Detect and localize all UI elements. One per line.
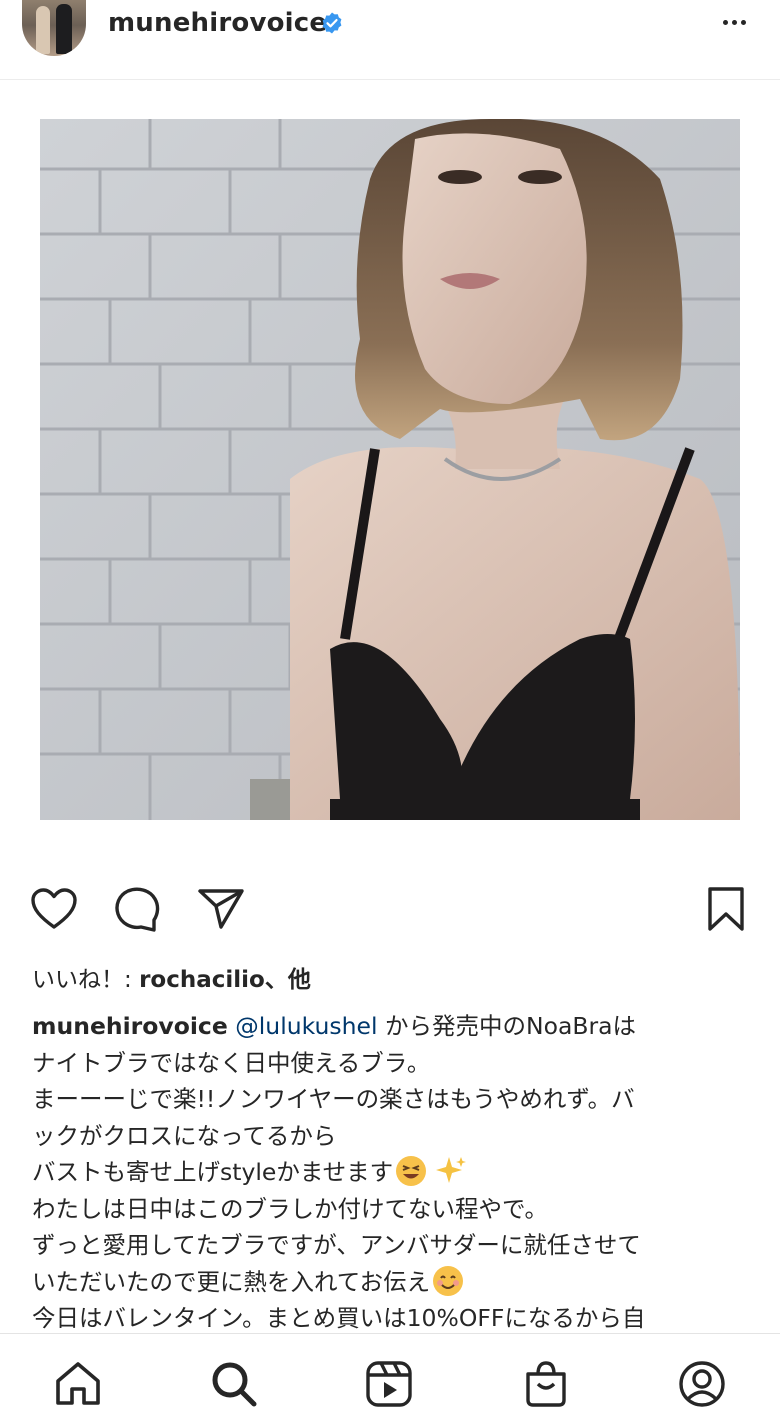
- likes-user[interactable]: rochacilio: [139, 967, 265, 993]
- caption-text: バストも寄せ上げstyleかませます: [32, 1158, 394, 1186]
- caption-line: まーーーじで楽!!ノンワイヤーの楽さはもうやめれず。バ: [32, 1085, 635, 1113]
- avatar[interactable]: [22, 0, 86, 56]
- post-photo-illustration: [40, 119, 740, 820]
- post-caption: munehirovoice @lulukushel から発売中のNoaBraは …: [32, 1008, 748, 1337]
- reels-icon: [366, 1361, 412, 1407]
- caption-line: ずっと愛用してたブラですが、アンバサダーに就任させて: [32, 1231, 641, 1259]
- avatar-figure: [36, 6, 50, 54]
- smiling-emoji-icon: [433, 1265, 464, 1296]
- caption-line: バストも寄せ上げstyleかませます: [32, 1154, 748, 1191]
- caption-mention[interactable]: @lulukushel: [235, 1012, 377, 1040]
- nav-profile[interactable]: [674, 1356, 730, 1412]
- caption-line: いただいたので更に熱を入れてお伝え: [32, 1264, 748, 1301]
- bottom-navigation: [0, 1333, 780, 1418]
- post-image[interactable]: [40, 119, 740, 820]
- caption-text: いただいたので更に熱を入れてお伝え: [32, 1267, 431, 1296]
- avatar-figure: [56, 4, 72, 54]
- shop-icon: [526, 1361, 566, 1407]
- save-button[interactable]: [701, 884, 751, 934]
- share-button[interactable]: [196, 884, 246, 934]
- comment-icon: [115, 887, 160, 932]
- home-icon: [56, 1362, 100, 1405]
- paper-plane-icon: [198, 889, 244, 929]
- nav-home[interactable]: [50, 1356, 106, 1412]
- profile-icon: [679, 1361, 725, 1407]
- nav-shop[interactable]: [518, 1356, 574, 1412]
- caption-text: から発売中のNoaBraは: [377, 1012, 637, 1040]
- more-options-icon[interactable]: [714, 4, 754, 40]
- caption-line: 今日はバレンタイン。まとめ買いは10%OFFになるから自: [32, 1304, 646, 1332]
- sparkles-emoji-icon: [436, 1157, 467, 1183]
- caption-line: ックがクロスになってるから: [32, 1121, 337, 1150]
- caption-line: わたしは日中はこのブラしか付けてない程やで。: [32, 1194, 549, 1223]
- verified-badge-icon: [322, 12, 342, 34]
- post-header: munehirovoice: [0, 0, 780, 80]
- nav-reels[interactable]: [361, 1356, 417, 1412]
- like-button[interactable]: [29, 884, 79, 934]
- caption-username[interactable]: munehirovoice: [32, 1012, 228, 1040]
- caption-line: ナイトブラではなく日中使えるブラ。: [32, 1048, 431, 1077]
- likes-suffix[interactable]: 、他: [265, 967, 311, 993]
- likes-summary[interactable]: いいね！: rochacilio、他: [32, 960, 311, 994]
- search-icon: [212, 1362, 257, 1407]
- grinning-squint-emoji-icon: [396, 1156, 427, 1186]
- heart-icon: [31, 888, 77, 929]
- bookmark-icon: [708, 887, 744, 931]
- caption-line: munehirovoice @lulukushel から発売中のNoaBraは: [32, 1008, 748, 1045]
- likes-prefix: いいね！:: [32, 967, 140, 993]
- username[interactable]: munehirovoice: [108, 8, 327, 38]
- comment-button[interactable]: [112, 884, 162, 934]
- nav-search[interactable]: [206, 1356, 262, 1412]
